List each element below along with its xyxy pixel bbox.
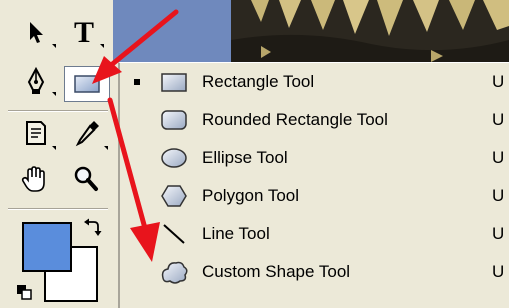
menu-item-shortcut: U (492, 110, 505, 129)
magnifier-icon (74, 166, 98, 191)
document-canvas (113, 0, 509, 62)
arrow-cursor-icon (30, 22, 43, 43)
rectangle-icon (158, 68, 190, 96)
hand-icon (21, 166, 45, 192)
menu-item-polygon-tool[interactable]: Polygon Tool U (120, 177, 509, 215)
menu-item-shortcut: U (492, 72, 505, 91)
canvas-blue-area (113, 0, 231, 62)
menu-item-label: Ellipse Tool (202, 148, 288, 167)
checked-bullet-icon (134, 79, 140, 85)
toolbox-divider-2 (8, 208, 108, 210)
pen-tool-flyout-indicator (52, 92, 56, 96)
toolbox: T (0, 0, 113, 308)
menu-item-rectangle-tool[interactable]: Rectangle Tool U (120, 63, 509, 101)
type-tool-flyout-indicator (100, 44, 104, 48)
default-colors-icon[interactable] (16, 284, 32, 300)
menu-item-shortcut: U (492, 186, 505, 205)
eyedropper-icon (75, 121, 99, 147)
shape-tool-flyout-menu: Rectangle Tool U Rounded Rectangle Tool … (118, 62, 509, 308)
foreground-color-swatch[interactable] (22, 222, 72, 272)
move-tool-flyout-indicator (52, 44, 56, 48)
zoom-tool-button[interactable] (68, 162, 104, 196)
notes-icon (26, 121, 46, 145)
hand-tool-button[interactable] (16, 162, 52, 196)
toolbox-divider-1 (8, 110, 108, 112)
menu-item-label: Rectangle Tool (202, 72, 315, 91)
menu-item-shortcut: U (492, 224, 505, 243)
type-tool-button[interactable]: T (66, 16, 102, 50)
ellipse-icon (158, 144, 190, 172)
eyedropper-tool-flyout-indicator (104, 146, 108, 150)
notes-tool-flyout-indicator (52, 146, 56, 150)
menu-item-custom-shape-tool[interactable]: Custom Shape Tool U (120, 253, 509, 291)
notes-tool-button[interactable] (18, 116, 54, 150)
type-t-icon: T (73, 16, 94, 49)
menu-item-line-tool[interactable]: Line Tool U (120, 215, 509, 253)
pen-nib-icon (27, 66, 45, 94)
swap-colors-icon[interactable] (82, 218, 102, 240)
menu-item-shortcut: U (492, 148, 505, 167)
custom-shape-icon (158, 258, 190, 286)
menu-item-label: Custom Shape Tool (202, 262, 351, 281)
menu-item-ellipse-tool[interactable]: Ellipse Tool U (120, 139, 509, 177)
menu-item-label: Line Tool (202, 224, 270, 243)
rectangle-shape-icon (74, 75, 100, 93)
menu-item-shortcut: U (492, 262, 505, 281)
line-icon (158, 220, 190, 248)
canvas-image (231, 0, 509, 62)
move-tool-button[interactable] (18, 16, 54, 50)
butterfly-wing-pattern (231, 0, 509, 62)
rounded-rectangle-icon (158, 106, 190, 134)
eyedropper-tool-button[interactable] (70, 116, 106, 150)
menu-item-rounded-rectangle-tool[interactable]: Rounded Rectangle Tool U (120, 101, 509, 139)
polygon-icon (158, 182, 190, 210)
shape-tool-button[interactable] (64, 66, 110, 102)
pen-tool-button[interactable] (18, 64, 54, 98)
menu-item-label: Polygon Tool (202, 186, 300, 205)
menu-item-label: Rounded Rectangle Tool (202, 110, 388, 129)
